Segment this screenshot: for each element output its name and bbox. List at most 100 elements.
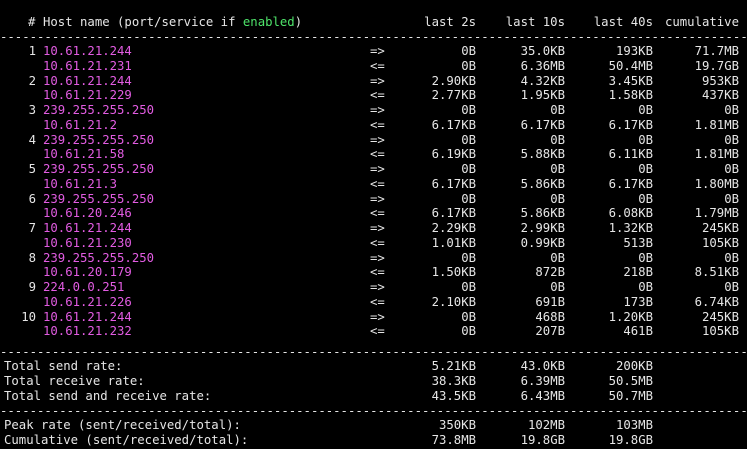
rate-last-40s: 0B bbox=[638, 162, 653, 176]
rate-cumulative: 105KB bbox=[701, 324, 739, 339]
rate-cumulative: 19.7GB bbox=[694, 58, 739, 73]
rate-last-40s: 1.32KB bbox=[608, 221, 653, 235]
peak-total: 103MB bbox=[615, 418, 653, 432]
table-row: 10.61.21.230 <= 1.01KB 0.99KB 513B 105KB bbox=[0, 236, 747, 251]
rate-last-2s: 6.17KB bbox=[431, 206, 476, 221]
rate-last-2s: 0B bbox=[461, 324, 476, 339]
rate-last-40s: 193KB bbox=[615, 44, 653, 58]
host-name: 10.61.20.179 bbox=[43, 265, 132, 280]
rate-cumulative: 437KB bbox=[701, 88, 739, 103]
rate-cumulative: 245KB bbox=[701, 221, 739, 235]
rate-last-2s: 2.90KB bbox=[431, 73, 476, 88]
totals-row: Total send rate: 5.21KB 43.0KB 200KB bbox=[0, 359, 747, 374]
rate-last-10s: 0B bbox=[550, 162, 565, 176]
rate-last-10s: 872B bbox=[535, 265, 565, 280]
table-row: 10.61.21.231 <= 0B 6.36MB 50.4MB 19.7GB bbox=[0, 59, 747, 74]
peak-received: 102MB bbox=[527, 418, 565, 432]
header-number: # bbox=[28, 15, 36, 29]
table-row: 10 10.61.21.244 => 0B 468B 1.20KB 245KB bbox=[0, 310, 747, 325]
rate-last-2s: 0B bbox=[461, 191, 476, 206]
connection-number: 6 bbox=[28, 191, 36, 206]
rate-last-2s: 0B bbox=[461, 280, 476, 294]
table-row: 10.61.20.246 <= 6.17KB 5.86KB 6.08KB 1.79MB bbox=[0, 206, 747, 221]
table-row: 9 224.0.0.251 => 0B 0B 0B 0B bbox=[0, 280, 747, 295]
rate-cumulative: 1.80MB bbox=[694, 176, 739, 191]
rate-last-2s: 2.29KB bbox=[431, 221, 476, 235]
header-enabled-word: enabled bbox=[242, 15, 295, 29]
separator-top: ----------------------------------------… bbox=[0, 30, 747, 44]
rate-last-40s: 1.20KB bbox=[608, 309, 653, 324]
rate-last-2s: 6.17KB bbox=[431, 117, 476, 132]
connection-number: 5 bbox=[28, 162, 36, 176]
total-last-10s: 6.39MB bbox=[520, 374, 565, 388]
rate-last-10s: 35.0KB bbox=[520, 44, 565, 58]
total-last-40s: 50.7MB bbox=[608, 389, 653, 403]
rate-cumulative: 105KB bbox=[701, 235, 739, 250]
table-row: 10.61.20.179 <= 1.50KB 872B 218B 8.51KB bbox=[0, 265, 747, 280]
header-last-10s: last 10s bbox=[505, 15, 565, 29]
rate-last-10s: 0B bbox=[550, 280, 565, 294]
rate-last-2s: 0B bbox=[461, 162, 476, 176]
rate-cumulative: 953KB bbox=[701, 73, 739, 88]
rate-last-10s: 0B bbox=[550, 191, 565, 206]
host-name: 10.61.21.230 bbox=[43, 235, 132, 250]
table-row: 10.61.21.3 <= 6.17KB 5.86KB 6.17KB 1.80MB bbox=[0, 177, 747, 192]
table-row: 10.61.21.229 <= 2.77KB 1.95KB 1.58KB 437KB bbox=[0, 88, 747, 103]
rate-last-40s: 218B bbox=[623, 265, 653, 280]
connection-number: 2 bbox=[28, 73, 36, 88]
totals-label: Total receive rate: bbox=[4, 374, 145, 388]
peaks-label: Peak rate (sent/received/total): bbox=[4, 418, 241, 432]
host-name: 10.61.21.244 bbox=[43, 73, 132, 88]
rate-last-2s: 0B bbox=[461, 250, 476, 265]
rate-cumulative: 0B bbox=[724, 191, 739, 206]
connection-number: 1 bbox=[28, 44, 36, 58]
rate-last-40s: 173B bbox=[623, 294, 653, 309]
rate-last-10s: 691B bbox=[535, 294, 565, 309]
rate-last-2s: 1.50KB bbox=[431, 265, 476, 280]
rate-last-2s: 1.01KB bbox=[431, 235, 476, 250]
rate-last-40s: 461B bbox=[623, 324, 653, 339]
rate-cumulative: 245KB bbox=[701, 309, 739, 324]
host-name: 239.255.255.250 bbox=[43, 132, 155, 147]
peak-sent: 73.8MB bbox=[431, 433, 476, 447]
rate-cumulative: 0B bbox=[724, 103, 739, 117]
header-host-prefix: Host name (port/service if bbox=[43, 15, 243, 29]
connection-number: 3 bbox=[28, 103, 36, 117]
rate-last-40s: 0B bbox=[638, 250, 653, 265]
host-name: 10.61.21.232 bbox=[43, 324, 132, 339]
header-host-suffix: ) bbox=[294, 15, 303, 29]
table-row: 3 239.255.255.250 => 0B 0B 0B 0B bbox=[0, 103, 747, 118]
rate-cumulative: 1.81MB bbox=[694, 117, 739, 132]
host-name: 10.61.21.244 bbox=[43, 221, 132, 235]
total-last-2s: 5.21KB bbox=[431, 359, 476, 373]
peaks-row: Peak rate (sent/received/total): 350KB 102… bbox=[0, 418, 747, 433]
rate-last-10s: 4.32KB bbox=[520, 73, 565, 88]
connection-number: 10 bbox=[21, 309, 36, 324]
peaks-row: Cumulative (sent/received/total): 73.8MB 1… bbox=[0, 433, 747, 448]
rate-last-10s: 6.36MB bbox=[520, 58, 565, 73]
connection-number: 8 bbox=[28, 250, 36, 265]
rate-last-40s: 3.45KB bbox=[608, 73, 653, 88]
table-row: 4 239.255.255.250 => 0B 0B 0B 0B bbox=[0, 133, 747, 148]
rate-last-10s: 5.88KB bbox=[520, 147, 565, 162]
rate-last-10s: 1.95KB bbox=[520, 88, 565, 103]
rate-last-2s: 0B bbox=[461, 103, 476, 117]
rate-last-2s: 2.77KB bbox=[431, 88, 476, 103]
rate-last-10s: 207B bbox=[535, 324, 565, 339]
rate-cumulative: 1.81MB bbox=[694, 147, 739, 162]
rate-last-40s: 6.17KB bbox=[608, 176, 653, 191]
rate-last-40s: 0B bbox=[638, 103, 653, 117]
totals-row: Total receive rate: 38.3KB 6.39MB 50.5MB bbox=[0, 374, 747, 389]
total-last-40s: 50.5MB bbox=[608, 374, 653, 388]
host-name: 10.61.21.3 bbox=[43, 176, 118, 191]
rate-last-2s: 0B bbox=[461, 132, 476, 147]
separator-totals: ----------------------------------------… bbox=[0, 345, 747, 359]
rate-last-2s: 6.17KB bbox=[431, 176, 476, 191]
peak-sent: 350KB bbox=[438, 418, 476, 432]
connection-number: 7 bbox=[28, 221, 36, 235]
table-row: 10.61.21.232 <= 0B 207B 461B 105KB bbox=[0, 324, 747, 339]
total-last-2s: 43.5KB bbox=[431, 389, 476, 403]
iftop-terminal: # Host name (port/service if enabled) la… bbox=[0, 0, 747, 449]
host-name: 10.61.21.58 bbox=[43, 147, 125, 162]
rate-last-2s: 2.10KB bbox=[431, 294, 476, 309]
